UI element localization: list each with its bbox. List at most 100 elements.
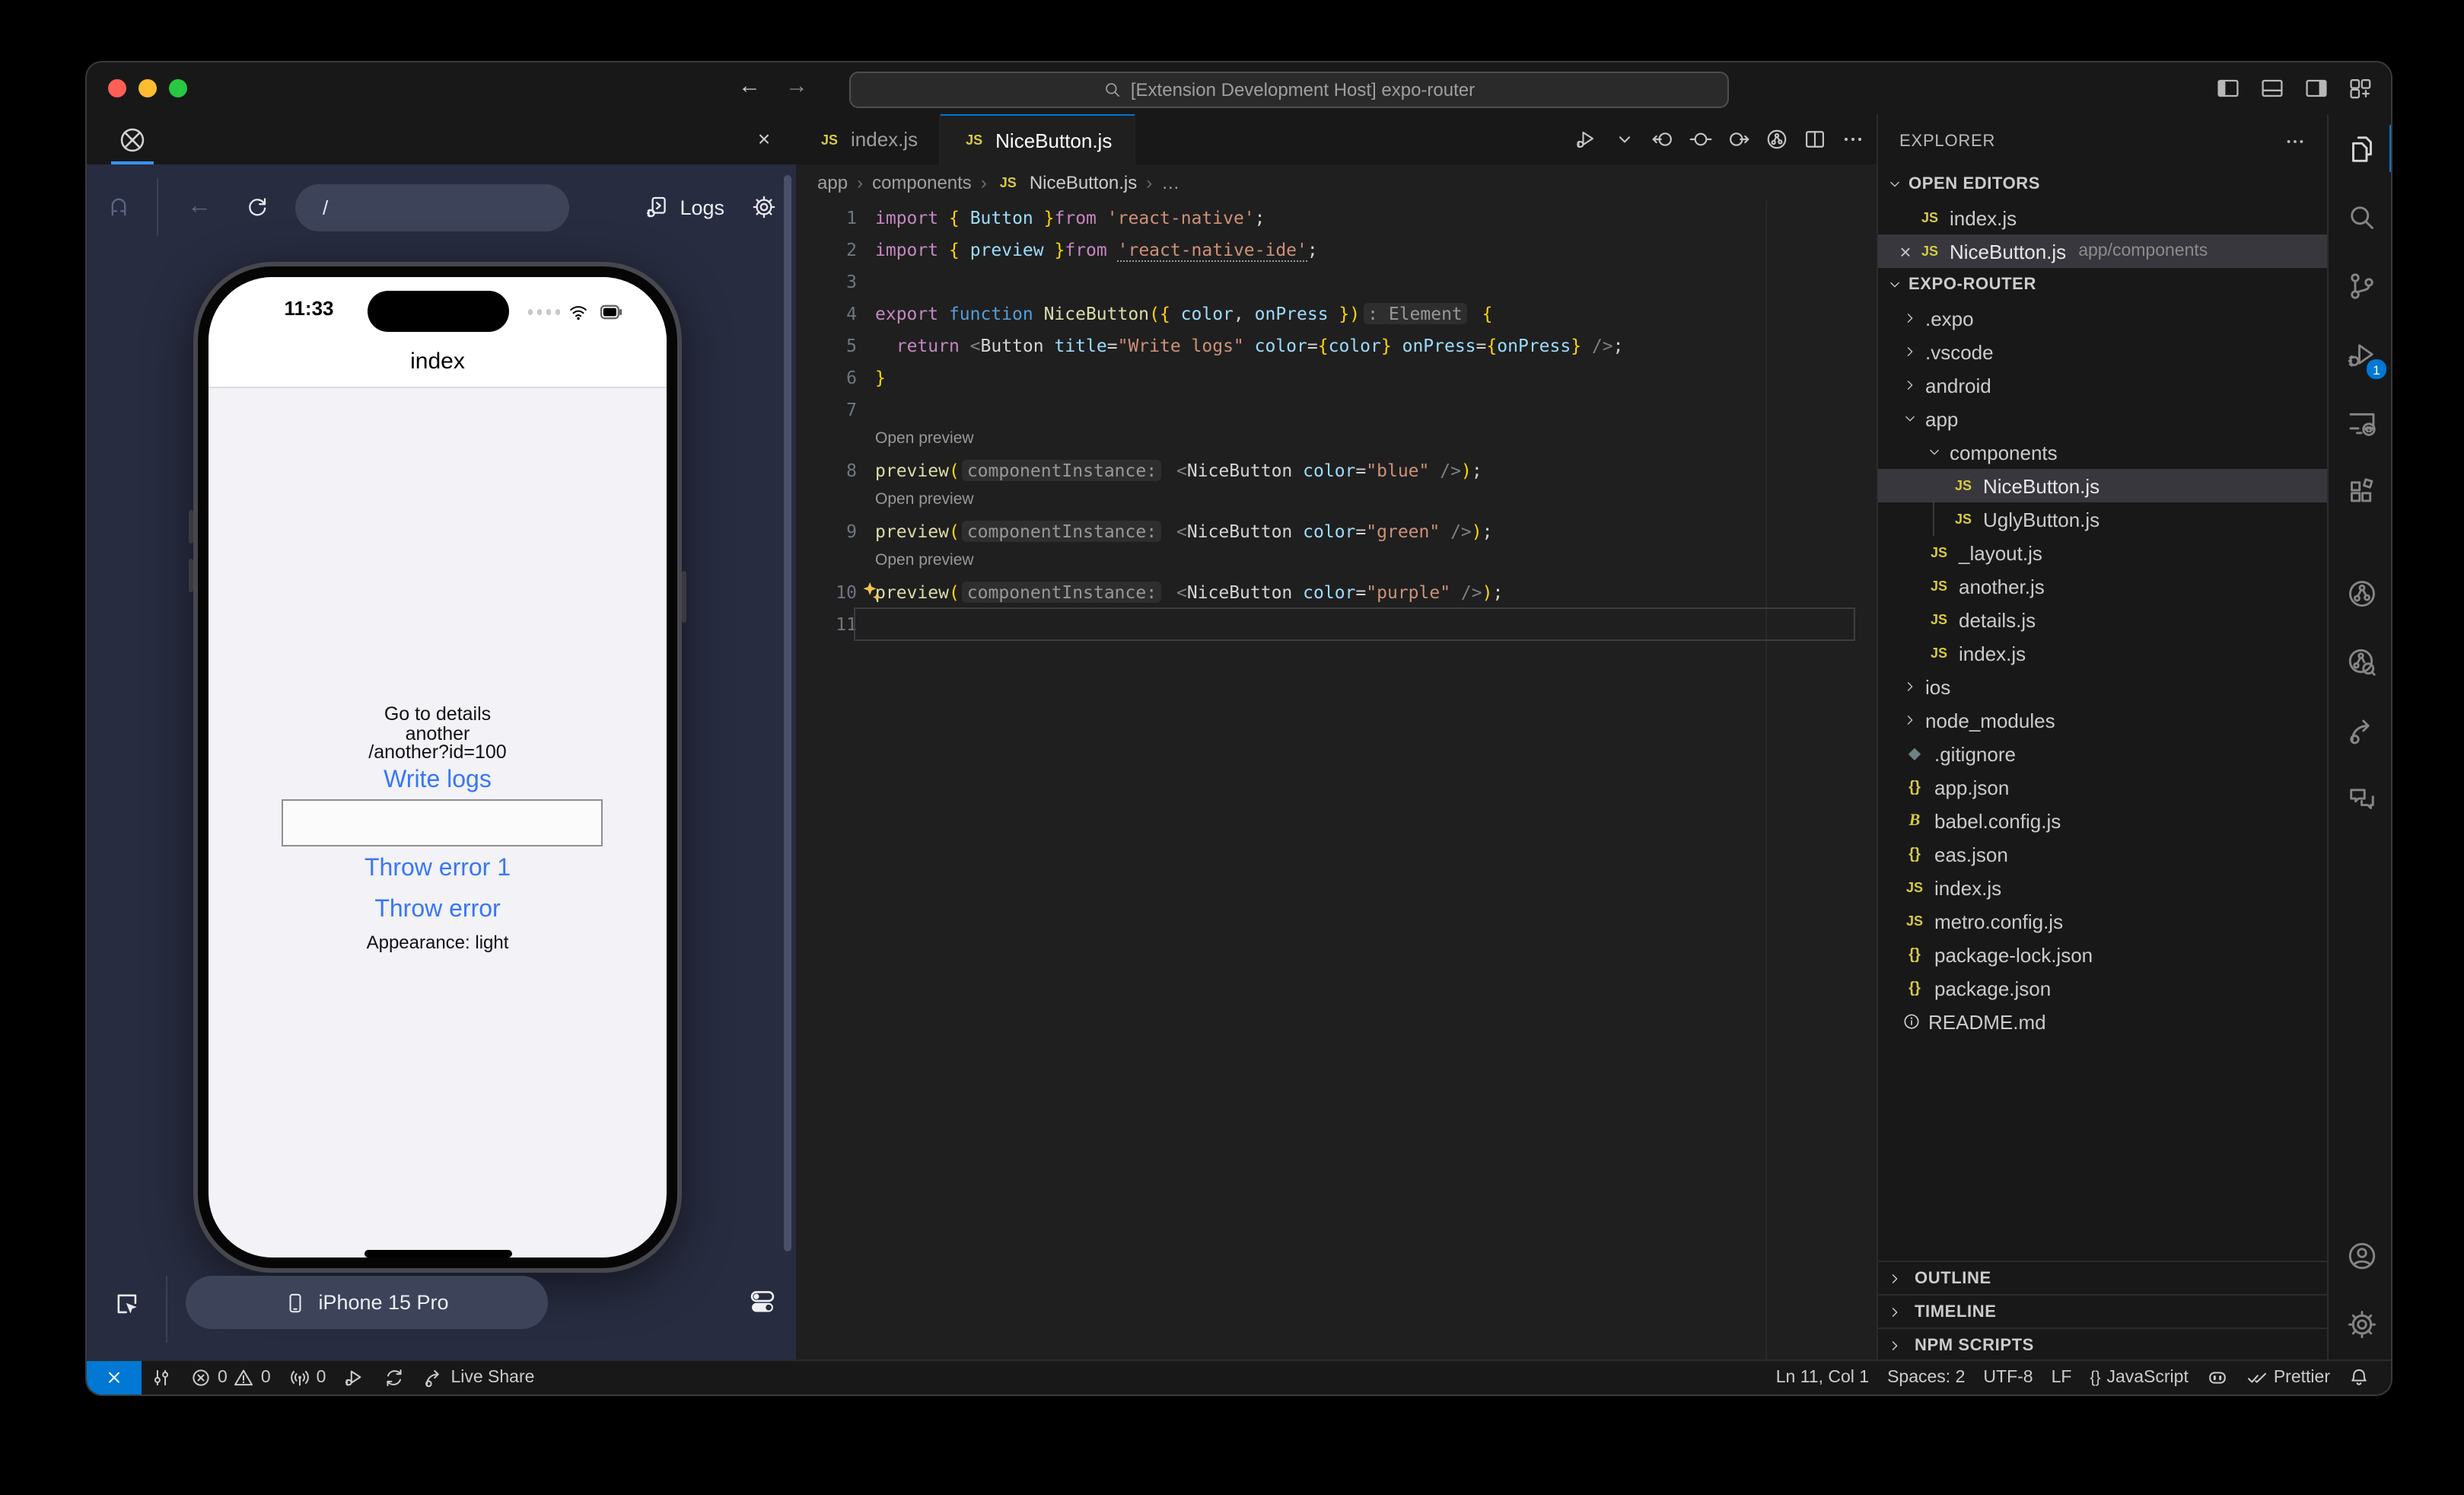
statusbar-end-of-line[interactable]: LF (2042, 1361, 2081, 1395)
tree-item-app.json[interactable]: {}app.json (1878, 770, 2327, 804)
tree-item-_layout.js[interactable]: JS_layout.js (1878, 536, 2327, 569)
activitybar-item-comments[interactable] (2329, 764, 2391, 833)
tree-item-package-lock.json[interactable]: {}package-lock.json (1878, 938, 2327, 971)
tree-item-metro.config.js[interactable]: JSmetro.config.js (1878, 904, 2327, 938)
breadcrumb-symbol[interactable]: … (1161, 172, 1179, 193)
panel-scrollbar[interactable] (784, 175, 791, 1251)
split-editor-icon[interactable] (1803, 128, 1826, 151)
inspect-pointer-icon[interactable] (114, 1291, 142, 1318)
section-npm-scripts[interactable]: NPM SCRIPTS (1878, 1328, 2327, 1361)
magnet-icon[interactable] (107, 195, 131, 219)
statusbar-formatter[interactable]: Prettier (2237, 1361, 2339, 1395)
device-selector[interactable]: iPhone 15 Pro (186, 1276, 548, 1329)
open-editor-index.js[interactable]: JSindex.js (1878, 201, 2327, 234)
code-line-7[interactable]: 7 (796, 393, 1877, 425)
lightbulb-sparkle-icon[interactable] (860, 580, 883, 603)
throw-error-button[interactable]: Throw error (209, 897, 667, 924)
tree-item-another.js[interactable]: JSanother.js (1878, 569, 2327, 603)
reload-icon[interactable] (245, 195, 269, 219)
codelens-open-preview[interactable]: Open preview (796, 486, 1877, 515)
nav-back-icon[interactable]: ← (187, 193, 212, 221)
navigate-forward-icon[interactable] (1727, 128, 1750, 151)
tab-index-js[interactable]: JS index.js (796, 114, 941, 164)
history-back-button[interactable]: ← (738, 73, 761, 99)
activitybar-item-graph-search[interactable] (2329, 627, 2391, 696)
navigate-current-icon[interactable] (1689, 128, 1712, 151)
navigate-back-icon[interactable] (1651, 128, 1674, 151)
tab-nicebutton-js[interactable]: JS NiceButton.js (941, 114, 1135, 164)
run-or-debug-icon[interactable] (1575, 128, 1598, 151)
code-line-10[interactable]: 10preview(componentInstance: <NiceButton… (796, 575, 1877, 607)
close-window-button[interactable] (108, 79, 126, 97)
activitybar-item-live-share[interactable] (2329, 696, 2391, 764)
tree-item-README.md[interactable]: README.md (1878, 1005, 2327, 1038)
code-line-6[interactable]: 6} (796, 361, 1877, 393)
code-line-11[interactable]: 11 (796, 607, 1877, 639)
tree-item-babel.config.js[interactable]: Bbabel.config.js (1878, 804, 2327, 837)
activitybar-item-extensions[interactable] (2329, 457, 2391, 525)
tree-item-.gitignore[interactable]: ◆.gitignore (1878, 737, 2327, 770)
code-line-1[interactable]: 1import { Button }from 'react-native'; (796, 201, 1877, 233)
toggle-panel-icon[interactable] (2260, 76, 2284, 100)
code-line-2[interactable]: 2import { preview }from 'react-native-id… (796, 233, 1877, 265)
code-line-5[interactable]: 5 return <Button title="Write logs" colo… (796, 329, 1877, 361)
phone-screen[interactable]: 11:33 index Go to details another /anoth… (209, 277, 667, 1258)
section-open-editors[interactable]: OPEN EDITORS (1878, 167, 2327, 201)
code-line-4[interactable]: 4export function NiceButton({ color, onP… (796, 297, 1877, 329)
open-editor-NiceButton.js[interactable]: ×JSNiceButton.jsapp/components (1878, 234, 2327, 268)
logs-button[interactable]: Logs (645, 195, 724, 219)
breadcrumb-components[interactable]: components (872, 172, 972, 193)
section-timeline[interactable]: TIMELINE (1878, 1294, 2327, 1328)
device-settings-toggles-icon[interactable] (749, 1288, 776, 1315)
tree-item-UglyButton.js[interactable]: JSUglyButton.js (1878, 502, 2327, 536)
panel-close-icon[interactable]: × (747, 122, 781, 155)
customize-layout-icon[interactable] (2348, 76, 2373, 100)
section-outline[interactable]: OUTLINE (1878, 1261, 2327, 1294)
tree-item-components[interactable]: components (1878, 435, 2327, 469)
statusbar-notifications[interactable] (2339, 1361, 2379, 1395)
tab-radon-ide[interactable] (102, 114, 163, 164)
activitybar-item-remote-explorer[interactable] (2329, 388, 2391, 457)
toggle-primary-sidebar-icon[interactable] (2216, 76, 2240, 100)
command-center[interactable]: [Extension Development Host] expo-router (849, 72, 1729, 108)
activitybar-item-source-control[interactable] (2329, 251, 2391, 320)
tree-item-ios[interactable]: ios (1878, 670, 2327, 703)
statusbar-forwarded-ports[interactable]: 0 (280, 1361, 336, 1395)
throw-error-1-button[interactable]: Throw error 1 (209, 856, 667, 883)
open-graph-icon[interactable] (1765, 128, 1788, 151)
close-editor-icon[interactable]: × (1893, 240, 1918, 263)
toggle-secondary-sidebar-icon[interactable] (2304, 76, 2329, 100)
statusbar-radon-ide-tools[interactable] (142, 1361, 181, 1395)
tree-item-index.js[interactable]: JSindex.js (1878, 871, 2327, 904)
statusbar-indentation[interactable]: Spaces: 2 (1878, 1361, 1974, 1395)
history-forward-button[interactable]: → (785, 73, 808, 99)
statusbar-sync-status[interactable] (374, 1361, 414, 1395)
tree-item-.vscode[interactable]: .vscode (1878, 335, 2327, 368)
run-dropdown-icon[interactable] (1613, 128, 1636, 151)
tree-item-details.js[interactable]: JSdetails.js (1878, 603, 2327, 636)
statusbar-encoding[interactable]: UTF-8 (1974, 1361, 2042, 1395)
statusbar-language-mode[interactable]: {}JavaScript (2080, 1361, 2197, 1395)
section-project[interactable]: EXPO-ROUTER (1878, 268, 2327, 301)
statusbar-copilot-status[interactable] (2198, 1361, 2237, 1395)
activitybar-item-settings[interactable] (2329, 1289, 2391, 1358)
minimize-window-button[interactable] (138, 79, 157, 97)
tree-item-.expo[interactable]: .expo (1878, 301, 2327, 335)
code-line-3[interactable]: 3 (796, 265, 1877, 297)
tree-item-eas.json[interactable]: {}eas.json (1878, 837, 2327, 871)
tree-item-node_modules[interactable]: node_modules (1878, 703, 2327, 737)
code-line-8[interactable]: 8preview(componentInstance: <NiceButton … (796, 454, 1877, 486)
code-line-9[interactable]: 9preview(componentInstance: <NiceButton … (796, 515, 1877, 547)
another-id-link[interactable]: /another?id=100 (209, 741, 667, 763)
codelens-open-preview[interactable]: Open preview (796, 425, 1877, 454)
activitybar-item-run-and-debug[interactable]: 1 (2329, 320, 2391, 388)
statusbar-cursor-position[interactable]: Ln 11, Col 1 (1767, 1361, 1878, 1395)
statusbar-live-share[interactable]: Live Share (414, 1361, 543, 1395)
tree-item-package.json[interactable]: {}package.json (1878, 971, 2327, 1005)
activitybar-item-accounts[interactable] (2329, 1221, 2391, 1289)
statusbar-remote-indicator[interactable] (87, 1361, 142, 1395)
go-to-details-link[interactable]: Go to details (209, 703, 667, 725)
activitybar-item-explorer[interactable] (2329, 114, 2391, 183)
breadcrumb-app[interactable]: app (817, 172, 848, 193)
tree-item-index.js[interactable]: JSindex.js (1878, 636, 2327, 670)
